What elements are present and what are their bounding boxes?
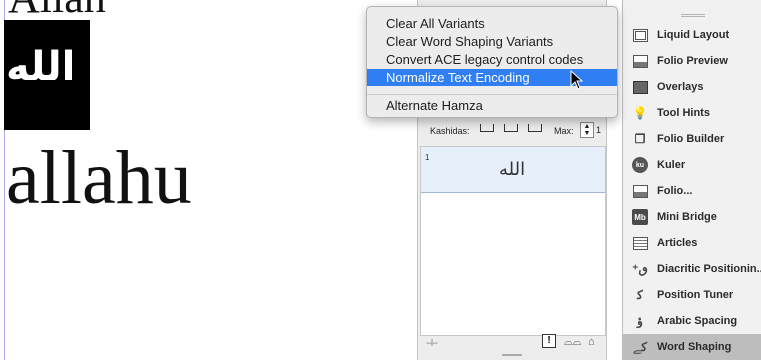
resize-grip[interactable] (502, 354, 522, 356)
dock-item-liquid-layout[interactable]: Liquid Layout (623, 22, 761, 48)
arabic-selected-text: الله (6, 44, 76, 90)
dock-item-label: Position Tuner (657, 289, 734, 301)
position-tuner-icon: ﮐ (637, 288, 643, 302)
shape-variant-icon[interactable]: ⌓⌓ (564, 336, 581, 349)
kashida-option-icon[interactable] (480, 124, 494, 132)
dock-item-folio-preview[interactable]: Folio Preview (623, 48, 761, 74)
tool-hints-icon: 💡 (632, 106, 648, 120)
text-cursor-icon: --I-- (426, 338, 438, 349)
baseline-icon[interactable]: ⌂ (588, 336, 595, 348)
menu-item-clear-word-shaping-variants[interactable]: Clear Word Shaping Variants (367, 33, 617, 50)
folio-builder-icon: ❐ (634, 132, 646, 146)
dock-item-articles[interactable]: Articles (623, 230, 761, 256)
dock-item-label: Articles (657, 237, 698, 249)
dock-item-mini-bridge[interactable]: Mb Mini Bridge (623, 204, 761, 230)
dock-item-label: Liquid Layout (657, 29, 730, 41)
panel-options-menu: Clear All Variants Clear Word Shaping Va… (366, 6, 618, 118)
dock-item-label: Overlays (657, 81, 704, 93)
dock-item-label: Folio... (657, 185, 693, 197)
arabic-spacing-icon: ؤ (637, 314, 643, 328)
dock-item-word-shaping[interactable]: ﻛﮯ Word Shaping (623, 334, 761, 360)
dock-item-label: Folio Preview (657, 55, 728, 67)
dock-item-position-tuner[interactable]: ﮐ Position Tuner (623, 282, 761, 308)
list-item-index: 1 (425, 153, 430, 162)
folio-icon (631, 182, 649, 200)
dock-grip[interactable] (681, 14, 705, 17)
dock-item-label: Word Shaping (657, 341, 732, 353)
menu-item-convert-ace-legacy-codes[interactable]: Convert ACE legacy control codes (367, 51, 617, 68)
menu-separator (367, 94, 617, 95)
word-shaping-icon: ﻛﮯ (632, 339, 648, 354)
panel-dock: Liquid Layout Folio Preview Overlays 💡 T… (622, 0, 761, 360)
mini-bridge-icon: Mb (631, 208, 649, 226)
kashidas-row: Kashidas: Max: ▲ ▼ 1 (418, 118, 606, 144)
kashida-option-icon[interactable] (504, 124, 518, 132)
list-item[interactable]: 1 الله (421, 147, 605, 193)
document-body-text[interactable]: allahu (6, 140, 192, 216)
kashida-option-icon[interactable] (528, 124, 542, 132)
max-value[interactable]: 1 (596, 125, 601, 135)
menu-item-clear-all-variants[interactable]: Clear All Variants (367, 15, 617, 32)
panel-footer: --I-- ! ⌓⌓ ⌂ (418, 330, 606, 360)
max-label: Max: (554, 126, 574, 136)
list-item-glyph: الله (499, 159, 526, 180)
dock-item-label: Folio Builder (657, 133, 725, 145)
dock-item-label: Arabic Spacing (657, 315, 738, 327)
max-stepper[interactable]: ▲ ▼ (580, 122, 594, 138)
diacritic-positioning-icon: ⁺ٯ (632, 262, 648, 276)
dock-item-label: Kuler (657, 159, 686, 171)
dock-item-arabic-spacing[interactable]: ؤ Arabic Spacing (623, 308, 761, 334)
overlays-icon (631, 78, 649, 96)
kashidas-label: Kashidas: (430, 126, 470, 136)
dock-item-label: Mini Bridge (657, 211, 717, 223)
dock-item-kuler[interactable]: ku Kuler (623, 152, 761, 178)
dock-item-folio-builder[interactable]: ❐ Folio Builder (623, 126, 761, 152)
dock-item-label: Tool Hints (657, 107, 710, 119)
variants-list[interactable]: 1 الله (420, 146, 606, 336)
dock-item-label: Diacritic Positionin... (657, 263, 761, 275)
dock-item-diacritic-positioning[interactable]: ⁺ٯ Diacritic Positionin... (623, 256, 761, 282)
folio-preview-icon (631, 52, 649, 70)
menu-item-alternate-hamza[interactable]: Alternate Hamza (367, 97, 617, 114)
articles-icon (631, 234, 649, 252)
dock-item-tool-hints[interactable]: 💡 Tool Hints (623, 100, 761, 126)
liquid-layout-icon (631, 26, 649, 44)
warning-icon[interactable]: ! (542, 334, 556, 348)
dock-item-folio[interactable]: Folio... (623, 178, 761, 204)
mouse-pointer-icon (570, 70, 584, 90)
dock-item-overlays[interactable]: Overlays (623, 74, 761, 100)
indesign-workspace: Allah الله allahu Kashidas: Max: ▲▼ 1 1 … (0, 0, 761, 360)
kuler-icon: ku (631, 156, 649, 174)
